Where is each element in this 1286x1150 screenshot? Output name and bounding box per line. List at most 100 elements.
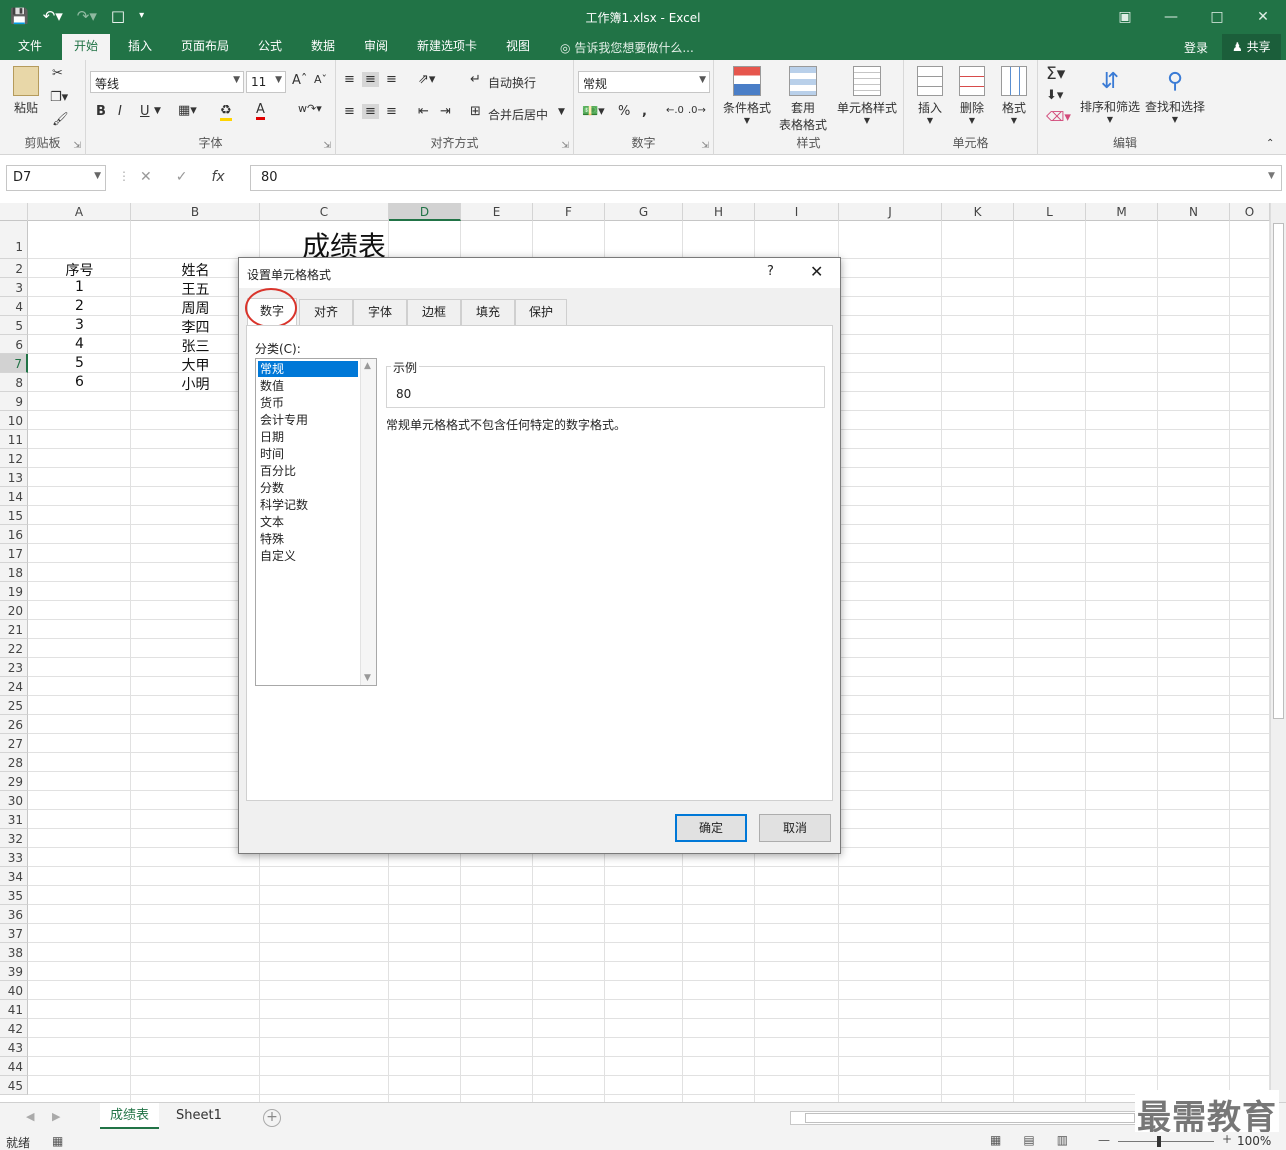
scroll-down-icon[interactable]: ▼	[364, 673, 371, 683]
cut-icon[interactable]: ✂	[52, 66, 63, 81]
fill-icon[interactable]: ⬇▾	[1046, 88, 1063, 103]
tab-new-tab[interactable]: 新建选项卡	[405, 34, 489, 60]
row-header[interactable]: 20	[0, 601, 28, 620]
select-all-corner[interactable]	[0, 203, 28, 221]
row-header[interactable]: 17	[0, 544, 28, 563]
row-header[interactable]: 42	[0, 1019, 28, 1038]
sheet-tab-sheet1[interactable]: Sheet1	[166, 1103, 232, 1129]
find-select-button[interactable]: ⚲ 查找和选择 ▼	[1142, 66, 1208, 124]
vertical-scroll-thumb[interactable]	[1273, 223, 1284, 719]
category-item[interactable]: 会计专用	[258, 412, 358, 428]
italic-button[interactable]: I	[118, 104, 122, 119]
tab-insert[interactable]: 插入	[116, 34, 164, 60]
sheet-tab-scores[interactable]: 成绩表	[100, 1103, 160, 1129]
row-header[interactable]: 29	[0, 772, 28, 791]
row-header[interactable]: 28	[0, 753, 28, 772]
align-bottom-icon[interactable]: ≡	[386, 72, 397, 87]
row-header[interactable]: 19	[0, 582, 28, 601]
copy-icon[interactable]: ❐▾	[50, 90, 68, 105]
category-item[interactable]: 时间	[258, 446, 358, 462]
macro-record-icon[interactable]: ▦	[52, 1134, 63, 1148]
clear-icon[interactable]: ⌫▾	[1046, 110, 1071, 125]
tell-me-search[interactable]: ◎ 告诉我您想要做什么...	[560, 39, 694, 56]
row-header[interactable]: 4	[0, 297, 28, 316]
formula-input[interactable]: 80	[250, 165, 1282, 191]
table-cell-no[interactable]: 4	[28, 336, 131, 352]
row-header[interactable]: 34	[0, 867, 28, 886]
row-header[interactable]: 15	[0, 506, 28, 525]
table-cell-no[interactable]: 6	[28, 374, 131, 390]
category-item[interactable]: 特殊	[258, 531, 358, 547]
wrap-text-label[interactable]: 自动换行	[488, 74, 536, 91]
tab-page-layout[interactable]: 页面布局	[169, 34, 241, 60]
insert-function-icon[interactable]: fx	[211, 169, 224, 185]
category-item[interactable]: 数值	[258, 378, 358, 394]
comma-style-button[interactable]: ,	[642, 104, 647, 119]
cancel-button[interactable]: 取消	[759, 814, 831, 842]
category-item[interactable]: 日期	[258, 429, 358, 445]
category-item[interactable]: 科学记数	[258, 497, 358, 513]
add-sheet-icon[interactable]: +	[263, 1109, 281, 1127]
close-icon[interactable]: ✕	[1240, 0, 1286, 34]
column-header[interactable]: O	[1230, 203, 1270, 221]
row-header[interactable]: 23	[0, 658, 28, 677]
dialog-tab-fill[interactable]: 填充	[461, 299, 515, 325]
row-header[interactable]: 27	[0, 734, 28, 753]
format-cells-button[interactable]: 格式 ▼	[994, 66, 1034, 125]
column-header[interactable]: L	[1014, 203, 1086, 221]
tab-formulas[interactable]: 公式	[246, 34, 294, 60]
row-header[interactable]: 3	[0, 278, 28, 297]
zoom-slider-thumb[interactable]	[1157, 1136, 1161, 1147]
bold-button[interactable]: B	[96, 104, 106, 119]
cancel-entry-icon[interactable]: ✕	[140, 169, 152, 185]
align-right-icon[interactable]: ≡	[386, 104, 397, 119]
tab-file[interactable]: 文件	[6, 34, 54, 60]
zoom-level[interactable]: 100%	[1237, 1134, 1271, 1148]
underline-button[interactable]: U	[140, 104, 150, 119]
zoom-in-icon[interactable]: +	[1222, 1132, 1232, 1146]
row-header[interactable]: 39	[0, 962, 28, 981]
row-header[interactable]: 2	[0, 259, 28, 278]
next-sheet-icon[interactable]: ▶	[52, 1110, 60, 1123]
column-header[interactable]: I	[755, 203, 839, 221]
row-header[interactable]: 33	[0, 848, 28, 867]
row-header[interactable]: 5	[0, 316, 28, 335]
row-header[interactable]: 41	[0, 1000, 28, 1019]
decrease-font-icon[interactable]: Aˇ	[314, 73, 327, 86]
row-header[interactable]: 1	[0, 221, 28, 259]
dialog-tab-protection[interactable]: 保护	[515, 299, 567, 325]
insert-cells-button[interactable]: 插入 ▼	[910, 66, 950, 125]
font-color-icon[interactable]: A	[256, 102, 265, 120]
merge-center-label[interactable]: 合并后居中	[488, 106, 548, 123]
tab-view[interactable]: 视图	[494, 34, 542, 60]
row-header[interactable]: 13	[0, 468, 28, 487]
column-header[interactable]: M	[1086, 203, 1158, 221]
row-header[interactable]: 25	[0, 696, 28, 715]
row-header[interactable]: 22	[0, 639, 28, 658]
expand-formula-icon[interactable]: ▼	[1268, 171, 1275, 181]
row-header[interactable]: 18	[0, 563, 28, 582]
dialog-tab-alignment[interactable]: 对齐	[299, 299, 353, 325]
table-cell-no[interactable]: 1	[28, 279, 131, 295]
table-cell-no[interactable]: 5	[28, 355, 131, 371]
increase-indent-icon[interactable]: ⇥	[440, 104, 451, 119]
tab-data[interactable]: 数据	[299, 34, 347, 60]
row-header[interactable]: 30	[0, 791, 28, 810]
category-list-scrollbar[interactable]: ▲ ▼	[360, 359, 376, 685]
dialog-tab-border[interactable]: 边框	[407, 299, 461, 325]
scroll-up-icon[interactable]: ▲	[364, 361, 371, 371]
maximize-icon[interactable]: □	[1194, 0, 1240, 34]
row-header[interactable]: 9	[0, 392, 28, 411]
confirm-entry-icon[interactable]: ✓	[176, 169, 188, 185]
category-item[interactable]: 分数	[258, 480, 358, 496]
collapse-ribbon-icon[interactable]: ⌃	[1266, 138, 1274, 149]
column-header[interactable]: A	[28, 203, 131, 221]
align-top-icon[interactable]: ≡	[344, 72, 355, 87]
row-header[interactable]: 35	[0, 886, 28, 905]
tab-home[interactable]: 开始	[62, 34, 111, 61]
row-header[interactable]: 31	[0, 810, 28, 829]
row-header[interactable]: 24	[0, 677, 28, 696]
column-header[interactable]: N	[1158, 203, 1230, 221]
tab-review[interactable]: 审阅	[352, 34, 400, 60]
orientation-icon[interactable]: ⇗▾	[418, 72, 435, 87]
